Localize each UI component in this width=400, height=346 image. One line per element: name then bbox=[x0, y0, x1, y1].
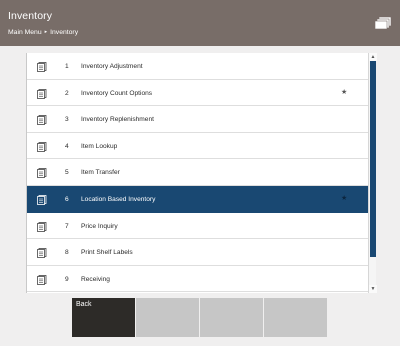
menu-item-item-lookup[interactable]: 4 Item Lookup bbox=[27, 133, 368, 160]
grid-icon bbox=[37, 115, 47, 126]
menu-item-receiving[interactable]: 9 Receiving bbox=[27, 266, 368, 293]
back-button[interactable]: Back bbox=[72, 298, 135, 337]
menu-item-label: Location Based Inventory bbox=[81, 196, 156, 203]
menu-item-number: 2 bbox=[65, 89, 69, 97]
menu-item-price-inquiry[interactable]: 7 Price Inquiry bbox=[27, 213, 368, 240]
menu-item-number: 3 bbox=[65, 116, 69, 124]
scrollbar[interactable]: ▲ ▼ bbox=[368, 53, 377, 293]
scroll-thumb[interactable] bbox=[370, 61, 376, 257]
grid-icon bbox=[37, 248, 47, 259]
menu-item-label: Receiving bbox=[81, 275, 110, 283]
button-bar: Back bbox=[72, 298, 330, 338]
grid-icon bbox=[37, 62, 47, 72]
menu-item-label: Inventory Replenishment bbox=[81, 116, 154, 124]
page-title: Inventory bbox=[8, 10, 53, 22]
grid-icon bbox=[37, 88, 47, 99]
menu-item-inventory-replenishment[interactable]: 3 Inventory Replenishment bbox=[27, 106, 368, 133]
menu-item-print-shelf-labels[interactable]: 8 Print Shelf Labels bbox=[27, 239, 368, 266]
grid-icon bbox=[37, 195, 47, 205]
empty-button-2 bbox=[200, 298, 263, 337]
empty-button-3 bbox=[264, 298, 327, 337]
menu-item-number: 9 bbox=[65, 275, 69, 283]
menu-item-label: Item Lookup bbox=[81, 142, 118, 150]
scroll-down-arrow-icon[interactable]: ▼ bbox=[369, 285, 377, 293]
favorite-star-icon[interactable]: ★ bbox=[341, 194, 347, 202]
breadcrumb: Main Menu ▸ Inventory bbox=[8, 29, 78, 36]
grid-icon bbox=[37, 141, 47, 152]
grid-icon bbox=[37, 274, 47, 285]
menu-list: 1 Inventory Adjustment 2 Inventory Count Op… bbox=[26, 53, 368, 293]
menu-item-item-transfer[interactable]: 5 Item Transfer bbox=[27, 159, 368, 186]
grid-icon bbox=[37, 221, 47, 232]
menu-item-label: Item Transfer bbox=[81, 169, 120, 177]
favorite-star-icon[interactable]: ★ bbox=[341, 88, 347, 96]
scroll-up-arrow-icon[interactable]: ▲ bbox=[369, 53, 377, 61]
menu-item-number: 7 bbox=[65, 222, 69, 230]
grid-icon bbox=[37, 168, 47, 179]
breadcrumb-main-menu[interactable]: Main Menu bbox=[8, 29, 42, 36]
menu-item-number: 8 bbox=[65, 249, 69, 257]
menu-item-label: Print Shelf Labels bbox=[81, 249, 133, 257]
menu-item-number: 4 bbox=[65, 142, 69, 150]
menu-item-inventory-count-options[interactable]: 2 Inventory Count Options ★ bbox=[27, 80, 368, 107]
header-bar: Inventory Main Menu ▸ Inventory bbox=[0, 0, 400, 46]
menu-item-label: Inventory Count Options bbox=[81, 89, 153, 97]
menu-item-label: Price Inquiry bbox=[81, 222, 118, 230]
back-button-label: Back bbox=[76, 301, 92, 308]
menu-item-location-based-inventory[interactable]: 6 Location Based Inventory ★ bbox=[27, 186, 368, 213]
breadcrumb-separator-icon: ▸ bbox=[44, 29, 48, 35]
breadcrumb-inventory: Inventory bbox=[50, 29, 79, 36]
menu-item-number: 1 bbox=[65, 63, 69, 70]
menu-item-number: 5 bbox=[65, 169, 69, 177]
menu-item-label: Inventory Adjustment bbox=[81, 63, 143, 70]
menu-item-inventory-adjustment[interactable]: 1 Inventory Adjustment bbox=[27, 53, 368, 80]
menu-item-number: 6 bbox=[65, 196, 69, 203]
windows-icon[interactable] bbox=[374, 16, 392, 30]
empty-button-1 bbox=[136, 298, 199, 337]
